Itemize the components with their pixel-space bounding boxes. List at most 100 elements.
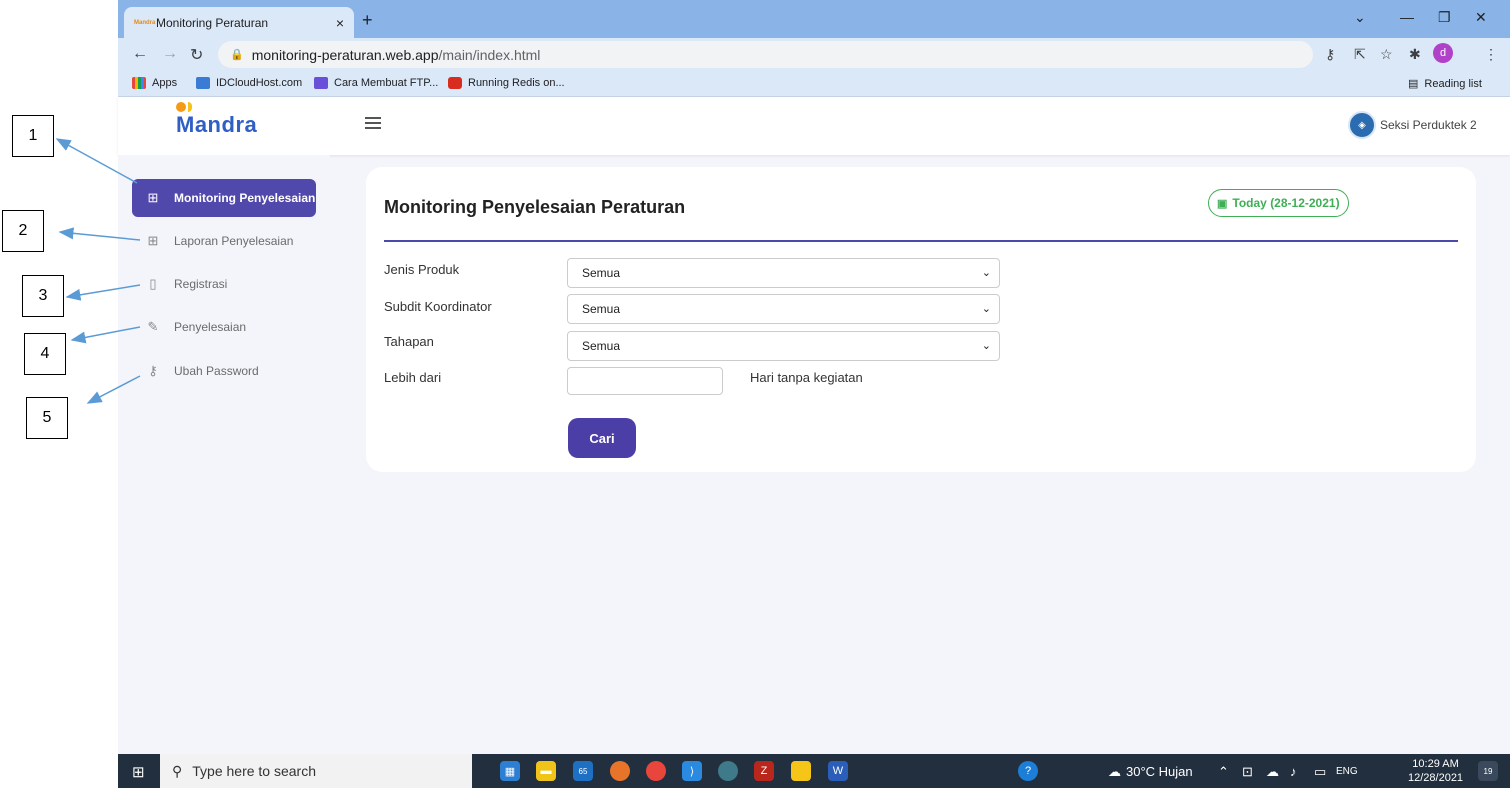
avatar: ◈	[1348, 111, 1376, 139]
search-icon: ⚲	[172, 762, 183, 779]
hamburger-menu-icon[interactable]	[365, 117, 381, 131]
bookmark-ftp[interactable]: Cara Membuat FTP...	[314, 77, 438, 89]
sticky-notes-icon[interactable]	[791, 761, 811, 781]
windows-taskbar: ⊞ ⚲ Type here to search ▦ ▬ 65 ⟩ Z W ? ☁…	[118, 754, 1510, 788]
user-name: Seksi Perduktek 2	[1380, 118, 1477, 132]
browser-tab[interactable]: Mandra Monitoring Peraturan ×	[124, 7, 354, 38]
reading-list-icon: ▤	[1408, 78, 1419, 90]
logo[interactable]: Mandra	[176, 102, 257, 138]
cari-button[interactable]: Cari	[568, 418, 636, 458]
url-text: monitoring-peraturan.web.app/main/index.…	[252, 47, 541, 63]
tahapan-label: Tahapan	[384, 334, 434, 349]
profile-avatar[interactable]: d	[1433, 43, 1453, 63]
notifications-icon[interactable]: 19	[1478, 761, 1498, 781]
share-icon[interactable]: ⇱	[1354, 46, 1366, 63]
divider	[384, 240, 1458, 242]
firefox-icon[interactable]	[610, 761, 630, 781]
language-indicator[interactable]: ENG	[1336, 766, 1358, 777]
vscode-icon[interactable]: ⟩	[682, 761, 702, 781]
tray-chevron-icon[interactable]: ⌃	[1218, 764, 1229, 780]
menu-icon[interactable]: ⋮	[1484, 46, 1498, 63]
restore-icon[interactable]: ❐	[1438, 9, 1451, 26]
apps-icon	[132, 77, 146, 89]
forward-icon[interactable]: →	[162, 45, 178, 63]
chevron-down-icon: ⌄	[981, 303, 991, 315]
bookmark-label: Running Redis on...	[468, 77, 565, 89]
bookmark-label: Apps	[152, 77, 178, 89]
onedrive-icon[interactable]: ☁	[1266, 764, 1279, 780]
address-bar[interactable]: 🔒 monitoring-peraturan.web.app/main/inde…	[218, 41, 1313, 68]
sidebar-item-monitoring-penyelesaian[interactable]: ⊞ Monitoring Penyelesaian	[132, 179, 316, 217]
search-placeholder: Type here to search	[192, 763, 317, 779]
key-icon[interactable]: ⚷	[1325, 46, 1335, 63]
user-menu[interactable]: ◈ Seksi Perduktek 2	[1348, 111, 1477, 139]
redis-icon	[448, 77, 462, 89]
close-window-icon[interactable]: ✕	[1475, 9, 1487, 26]
windows-start-icon[interactable]: ⊞	[132, 763, 145, 781]
today-badge: ▣ Today (28-12-2021)	[1208, 189, 1349, 217]
extensions-icon[interactable]: ✱	[1409, 46, 1421, 63]
weather-text[interactable]: 30°C Hujan	[1126, 764, 1193, 779]
sidebar-item-laporan-penyelesaian[interactable]: ⊞ Laporan Penyelesaian	[132, 222, 316, 260]
sidebar-item-registrasi[interactable]: ▯ Registrasi	[132, 265, 316, 303]
sidebar-item-label: Registrasi	[174, 277, 228, 291]
select-value: Semua	[582, 339, 621, 353]
mail-icon[interactable]: 65	[573, 761, 593, 781]
star-icon[interactable]: ☆	[1380, 46, 1393, 63]
chevron-down-icon[interactable]: ⌄	[1354, 9, 1366, 26]
word-icon[interactable]: W	[828, 761, 848, 781]
bookmarks-bar: Apps IDCloudHost.com Cara Membuat FTP...…	[118, 71, 1510, 97]
volume-icon[interactable]: ♪	[1290, 764, 1297, 779]
sidebar-item-penyelesaian[interactable]: ✎ Penyelesaian	[132, 308, 316, 346]
file-explorer-icon[interactable]: ▬	[536, 761, 556, 781]
tahapan-select[interactable]: Semua ⌄	[567, 331, 1000, 361]
lebih-dari-input[interactable]	[567, 367, 723, 395]
subdit-koordinator-label: Subdit Koordinator	[384, 299, 492, 314]
grid-icon: ⊞	[147, 190, 159, 205]
chevron-down-icon: ⌄	[981, 267, 991, 279]
clock-date: 12/28/2021	[1408, 772, 1464, 784]
h-icon	[314, 77, 328, 89]
lebih-dari-label: Lebih dari	[384, 370, 442, 385]
subdit-koordinator-select[interactable]: Semua ⌄	[567, 294, 1000, 324]
book-icon: ▯	[149, 276, 157, 291]
back-icon[interactable]: ←	[132, 45, 148, 63]
chevron-down-icon: ⌄	[981, 340, 991, 352]
favicon-icon: Mandra	[134, 19, 156, 26]
new-tab-button[interactable]: +	[362, 10, 373, 31]
sidebar-item-label: Monitoring Penyelesaian	[174, 191, 316, 205]
bookmark-idcloudhost[interactable]: IDCloudHost.com	[196, 77, 302, 89]
annotation-box-1: 1	[12, 115, 54, 157]
bookmark-apps[interactable]: Apps	[132, 77, 177, 89]
taskbar-search[interactable]: ⚲ Type here to search	[160, 754, 472, 788]
help-icon[interactable]: ?	[1018, 761, 1038, 781]
sidebar-item-ubah-password[interactable]: ⚷ Ubah Password	[132, 352, 316, 390]
filezilla-icon[interactable]: Z	[754, 761, 774, 781]
lock-icon: 🔒	[230, 49, 244, 61]
reload-icon[interactable]: ↻	[190, 45, 203, 65]
grid-icon: ⊞	[147, 233, 159, 248]
bookmark-redis[interactable]: Running Redis on...	[448, 77, 565, 89]
close-tab-icon[interactable]: ×	[336, 15, 344, 31]
chrome-icon[interactable]	[646, 761, 666, 781]
sidebar-item-label: Ubah Password	[174, 364, 259, 378]
sidebar-item-label: Laporan Penyelesaian	[174, 234, 294, 248]
filter-card: Monitoring Penyelesaian Peraturan ▣ Toda…	[366, 167, 1476, 472]
tab-strip: Mandra Monitoring Peraturan × + ⌄ — ❐ ✕	[118, 0, 1510, 38]
battery-icon[interactable]: ▭	[1314, 764, 1326, 780]
hari-tanpa-kegiatan-label: Hari tanpa kegiatan	[750, 370, 863, 385]
key-icon: ⚷	[148, 363, 158, 378]
reading-list-button[interactable]: ▤ Reading list	[1408, 77, 1482, 91]
sidebar-item-label: Penyelesaian	[174, 320, 247, 334]
url-path: /main/index.html	[438, 46, 541, 63]
chrome-profile-icon[interactable]	[718, 761, 738, 781]
minimize-icon[interactable]: —	[1400, 9, 1414, 25]
bookmark-label: IDCloudHost.com	[216, 77, 303, 89]
network-icon[interactable]: ⊡	[1242, 764, 1253, 780]
store-icon[interactable]: ▦	[500, 761, 520, 781]
annotation-box-4: 4	[24, 333, 66, 375]
today-label: Today (28-12-2021)	[1232, 196, 1340, 210]
clock[interactable]: 10:29 AM 12/28/2021	[1408, 757, 1463, 785]
jenis-produk-select[interactable]: Semua ⌄	[567, 258, 1000, 288]
weather-icon: ☁	[1108, 764, 1121, 779]
